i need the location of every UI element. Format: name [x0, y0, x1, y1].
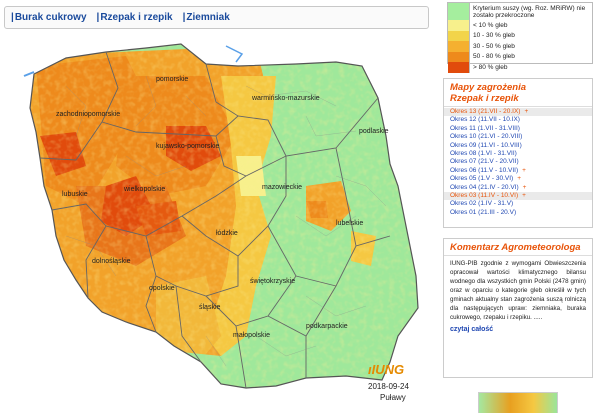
period-label: Okres 10 (21.VI - 20.VIII) [450, 133, 523, 141]
drought-map: pomorskie warmińsko-mazurskie zachodniop… [6, 36, 430, 406]
tab-rzepak[interactable]: Rzepak i rzepik [97, 12, 172, 23]
legend-item: Kryterium suszy (wg. Roz. MRiRW) nie zos… [448, 3, 592, 20]
label-podlaskie: podlaskie [359, 128, 389, 135]
label-pomorskie: pomorskie [156, 76, 189, 83]
period-link[interactable]: Okres 08 (1.VI - 31.VII) [444, 150, 592, 158]
expand-plus-icon[interactable]: + [517, 175, 521, 182]
label-slaskie: śląskie [199, 304, 221, 311]
map-fill [30, 44, 418, 388]
map-place: Puławy [380, 393, 406, 402]
period-link[interactable]: Okres 10 (21.VI - 20.VIII) [444, 133, 592, 141]
coast-water-west [23, 71, 35, 77]
label-lubuskie: lubuskie [62, 191, 88, 198]
label-zachodniopomorskie: zachodniopomorskie [56, 111, 121, 118]
label-opolskie: opolskie [149, 285, 175, 292]
comment-text: IUNG-PIB zgodnie z wymogami Obwieszczeni… [450, 260, 586, 321]
threat-maps-panel: Mapy zagrożenia Rzepak i rzepik Okres 13… [443, 78, 593, 228]
legend-swatch [448, 51, 470, 62]
period-list: Okres 13 (21.VII - 20.IX) + Okres 12 (11.V… [444, 108, 592, 217]
map-date: 2018-09-24 [368, 382, 409, 391]
period-label: Okres 12 (11.VII - 10.IX) [450, 116, 520, 124]
label-lubelskie: lubelskie [336, 220, 364, 227]
poland-map-svg [23, 43, 419, 389]
comment-title: Komentarz Agrometeorologa [450, 242, 581, 253]
period-link[interactable]: Okres 11 (1.VII - 31.VIII) [444, 125, 592, 133]
legend-swatch [448, 62, 470, 73]
period-label: Okres 07 (21.V - 20.VII) [450, 158, 519, 166]
period-link[interactable]: Okres 06 (11.V - 10.VII) + [444, 167, 592, 175]
legend-swatch [448, 30, 470, 41]
period-link[interactable]: Okres 02 (1.IV - 31.V) [444, 200, 592, 208]
expand-plus-icon[interactable]: + [522, 167, 526, 174]
iung-logo: ıIUNG [368, 362, 405, 377]
period-link[interactable]: Okres 07 (21.V - 20.VII) [444, 158, 592, 166]
crop-tabs: Burak cukrowy Rzepak i rzepik Ziemniak [4, 6, 429, 29]
legend-swatch [448, 41, 470, 52]
label-dolnoslaskie: dolnośląskie [92, 258, 131, 265]
label-malopolskie: małopolskie [233, 332, 270, 339]
map-thumbnail[interactable] [478, 392, 558, 413]
legend-swatch [448, 20, 470, 31]
expand-plus-icon[interactable]: + [522, 192, 526, 199]
divider [444, 106, 592, 107]
period-link[interactable]: Okres 05 (1.V - 30.VI) + [444, 175, 592, 183]
legend-item: 30 - 50 % gleb [448, 41, 592, 52]
label-mazowieckie: mazowieckie [262, 184, 303, 191]
period-label: Okres 04 (21.IV - 20.VI) [450, 183, 519, 191]
read-more-link[interactable]: czytaj całość [444, 322, 592, 337]
period-label: Okres 06 (11.V - 10.VII) [450, 166, 519, 174]
period-link[interactable]: Okres 03 (11.IV - 10.VI) + [444, 191, 592, 201]
period-label: Okres 05 (1.V - 30.VI) [450, 175, 514, 183]
comment-panel: Komentarz Agrometeorologa IUNG-PIB zgodn… [443, 238, 593, 378]
label-warminsko-mazurskie: warmińsko-mazurskie [252, 95, 320, 102]
tab-burak[interactable]: Burak cukrowy [11, 12, 87, 23]
legend-item: > 80 % gleb [448, 62, 592, 73]
page: Burak cukrowy Rzepak i rzepik Ziemniak [0, 0, 595, 413]
period-link[interactable]: Okres 13 (21.VII - 20.IX) + [444, 108, 592, 117]
expand-plus-icon[interactable]: + [523, 184, 527, 191]
legend-item: 10 - 30 % gleb [448, 30, 592, 41]
label-wielkopolskie: wielkopolskie [124, 186, 166, 193]
period-label: Okres 11 (1.VII - 31.VIII) [450, 124, 520, 132]
coast-water [225, 45, 244, 63]
period-link[interactable]: Okres 09 (11.VI - 10.VIII) [444, 142, 592, 150]
period-link[interactable]: Okres 12 (11.VII - 10.IX) [444, 116, 592, 124]
expand-plus-icon[interactable]: + [524, 108, 528, 115]
label-swietokrzyskie: świętokrzyskie [250, 278, 296, 285]
divider [444, 255, 592, 256]
label-lodzkie: łódzkie [216, 230, 238, 237]
legend: Kryterium suszy (wg. Roz. MRiRW) nie zos… [447, 2, 593, 73]
period-link[interactable]: Okres 01 (21.III - 20.V) [444, 209, 592, 217]
tab-ziemniak[interactable]: Ziemniak [183, 12, 229, 23]
period-label: Okres 09 (11.VI - 10.VIII) [450, 141, 522, 149]
label-kujawsko-pomorskie: kujawsko-pomorskie [156, 143, 220, 150]
threat-panel-title: Mapy zagrożenia Rzepak i rzepik [450, 82, 527, 104]
period-label: Okres 13 (21.VII - 20.IX) [450, 108, 521, 115]
legend-item: < 10 % gleb [448, 20, 592, 31]
legend-swatch [448, 3, 470, 20]
period-label: Okres 01 (21.III - 20.V) [450, 208, 517, 216]
period-label: Okres 02 (1.IV - 31.V) [450, 200, 514, 208]
period-label: Okres 03 (11.IV - 10.VI) [450, 191, 519, 199]
period-link[interactable]: Okres 04 (21.IV - 20.VI) + [444, 184, 592, 192]
period-label: Okres 08 (1.VI - 31.VII) [450, 149, 517, 157]
legend-item: 50 - 80 % gleb [448, 51, 592, 62]
label-podkarpackie: podkarpackie [306, 323, 348, 330]
